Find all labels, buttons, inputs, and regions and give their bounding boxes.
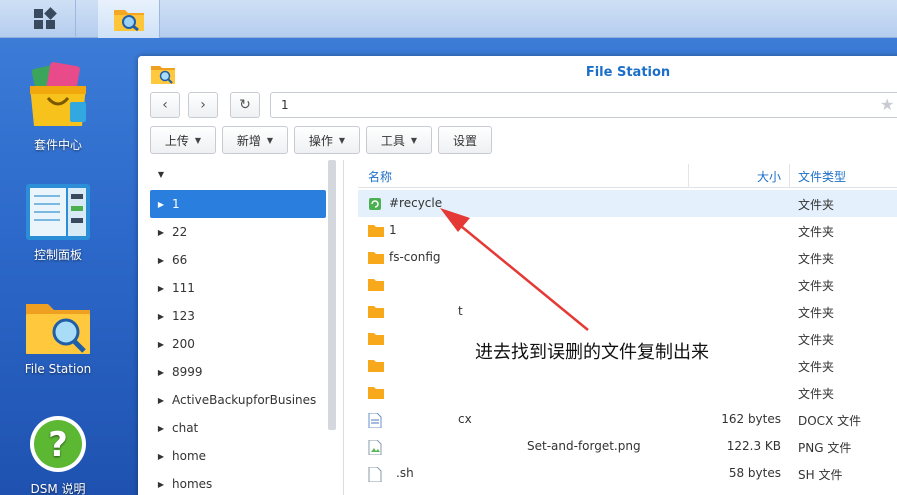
annotation-arrow: [440, 208, 589, 331]
annotation-text: 进去找到误删的文件复制出来: [475, 342, 709, 363]
